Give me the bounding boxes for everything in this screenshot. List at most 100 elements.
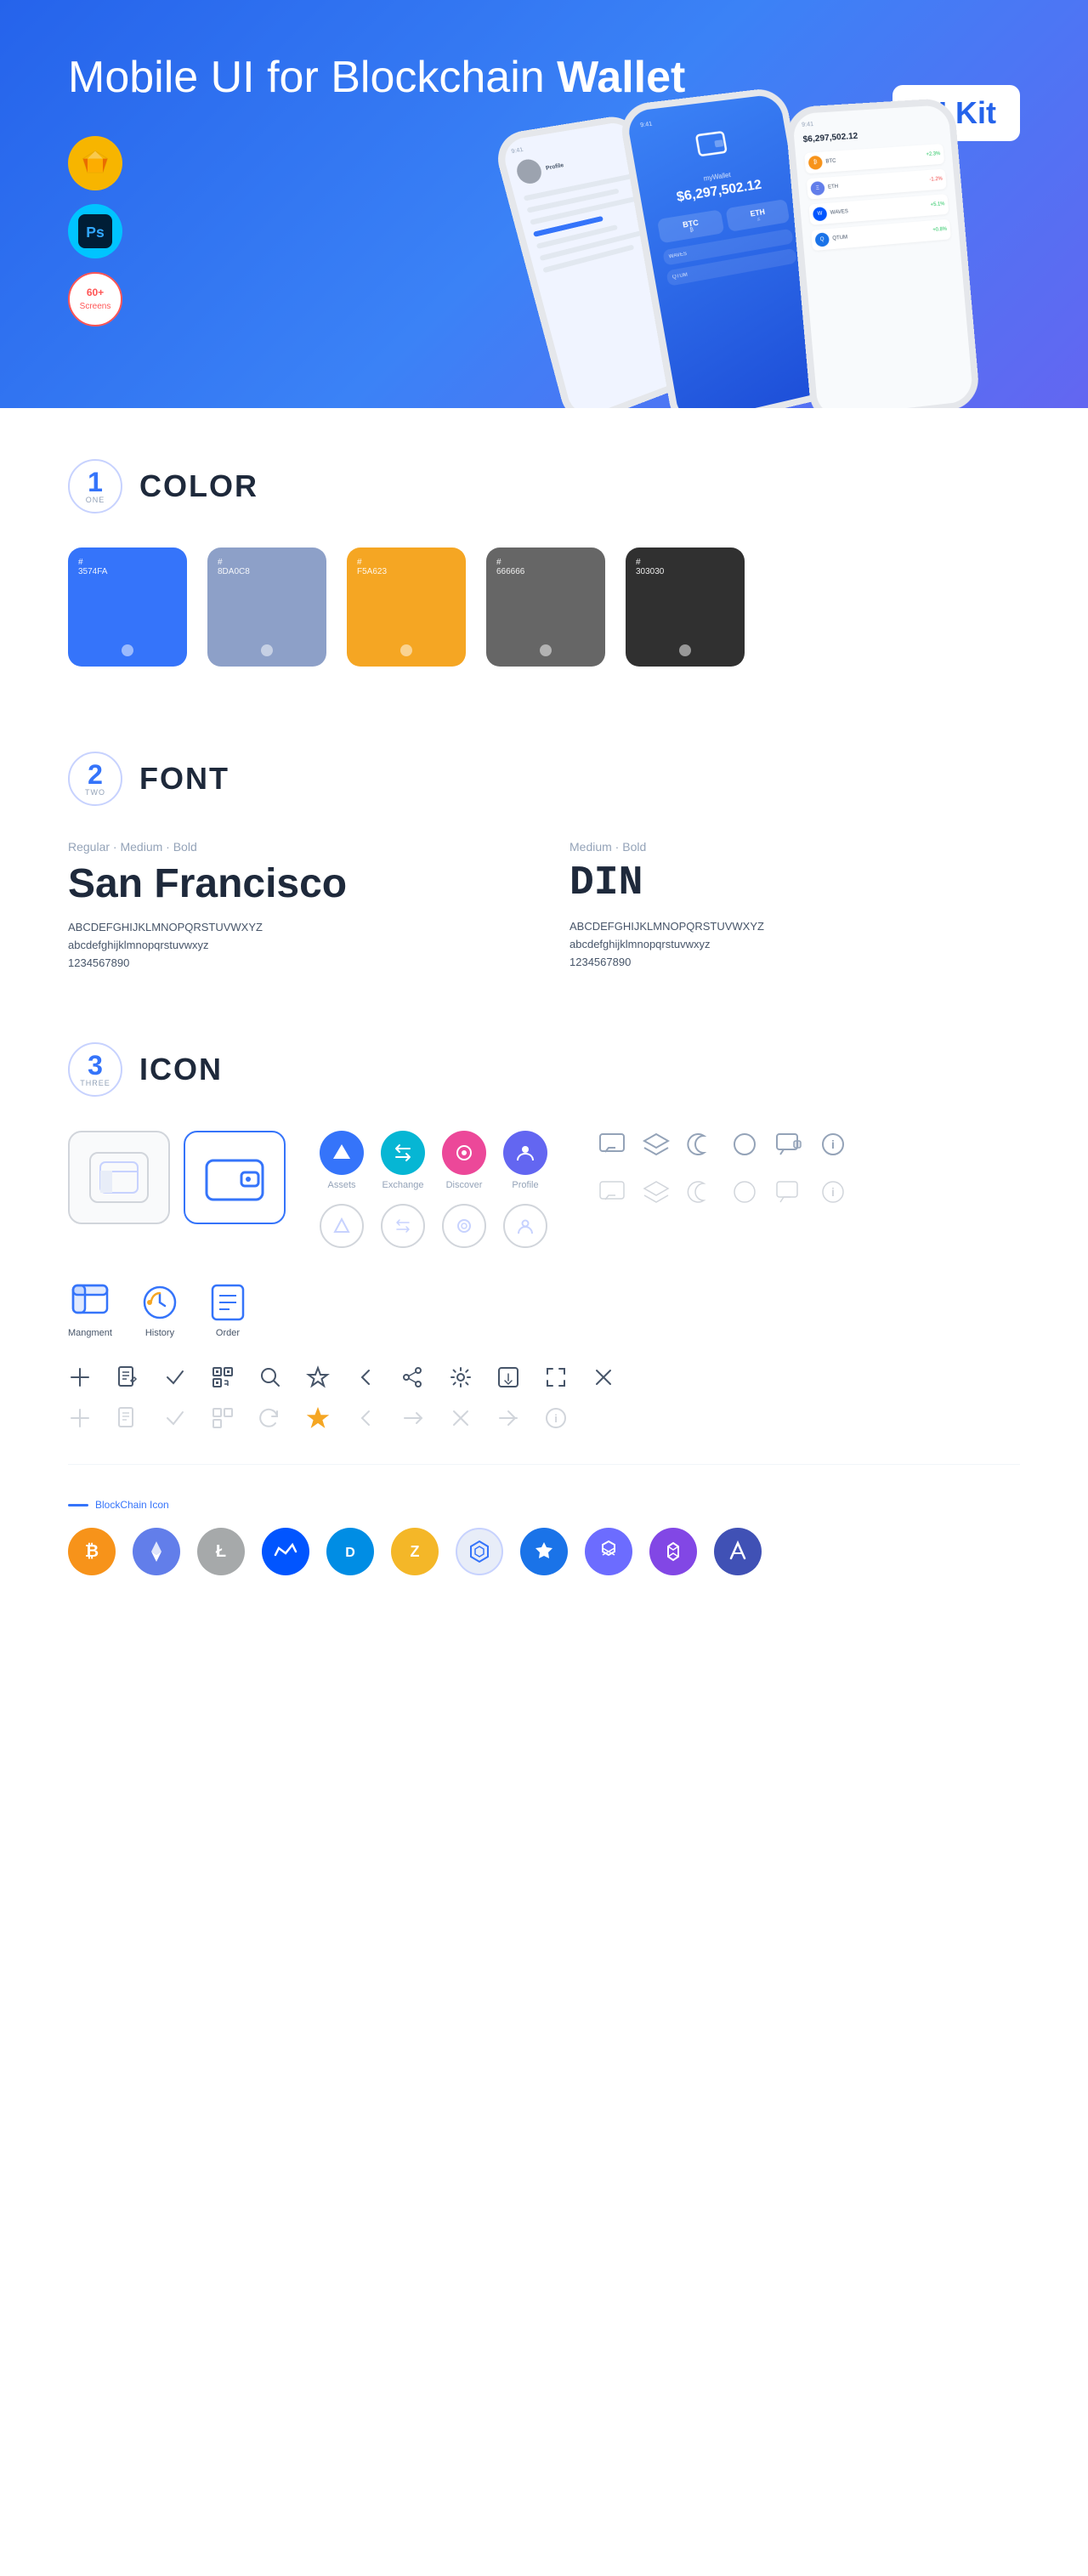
assets-icon: [320, 1131, 364, 1175]
circle-icons-outline: [320, 1204, 547, 1248]
eth-logo: [133, 1528, 180, 1575]
icon-section-header: 3 THREE ICON: [68, 1042, 1020, 1097]
x-outline-icon: [449, 1406, 473, 1430]
discover-outline-icon: [442, 1204, 486, 1248]
exchange-icon-item: Exchange: [381, 1131, 425, 1190]
chevron-left-outline-icon: [354, 1406, 377, 1430]
font1-numbers: 1234567890: [68, 956, 518, 969]
svg-text:i: i: [831, 1185, 835, 1199]
color-section-header: 1 ONE COLOR: [68, 459, 1020, 513]
font2-numbers: 1234567890: [570, 956, 1020, 968]
section-number-2: 2 TWO: [68, 752, 122, 806]
chat-outline-icon: [598, 1178, 626, 1206]
svg-text:Ps: Ps: [86, 224, 105, 241]
assets-label: Assets: [327, 1180, 355, 1190]
swatch-2: #8DA0C8: [207, 548, 326, 667]
circle-icon: [731, 1131, 758, 1158]
chat-bubble-icon: [775, 1131, 802, 1158]
document-outline-icon: [116, 1406, 139, 1430]
icon-title: ICON: [139, 1052, 223, 1087]
plus-icon: [68, 1365, 92, 1389]
history-icon-item: History: [139, 1282, 180, 1338]
swatch-4: #666666: [486, 548, 605, 667]
qr-outline-icon: [211, 1406, 235, 1430]
extra-icons-col1: [598, 1131, 626, 1206]
svg-text:i: i: [831, 1138, 835, 1151]
icon-wireframes: [68, 1131, 286, 1224]
discover-label: Discover: [446, 1180, 483, 1190]
blockchain-line: [68, 1504, 88, 1506]
moon-icon: [687, 1131, 714, 1158]
history-icon: [139, 1282, 180, 1323]
layers-icon: [643, 1131, 670, 1158]
chevron-left-icon: [354, 1365, 377, 1389]
expand-icon: [544, 1365, 568, 1389]
extra-icons-col3: [687, 1131, 714, 1206]
svg-text:₿: ₿: [85, 1542, 99, 1561]
zec-logo: Z: [391, 1528, 439, 1575]
arrow-right-outline-icon: [496, 1406, 520, 1430]
section-number-1: 1 ONE: [68, 459, 122, 513]
info-outline2-icon: i: [544, 1406, 568, 1430]
swatch-3: #F5A623: [347, 548, 466, 667]
icon-wireframe-2: [184, 1131, 286, 1224]
swatch-5: #303030: [626, 548, 745, 667]
exchange-label: Exchange: [382, 1180, 424, 1190]
font-section-header: 2 TWO FONT: [68, 752, 1020, 806]
font1-upper: ABCDEFGHIJKLMNOPQRSTUVWXYZ: [68, 921, 518, 933]
color-section: 1 ONE COLOR #3574FA #8DA0C8 #F5A623 #666…: [0, 408, 1088, 718]
swatch-1: #3574FA: [68, 548, 187, 667]
ltc-logo: Ł: [197, 1528, 245, 1575]
search-icon: [258, 1365, 282, 1389]
font-title: FONT: [139, 761, 230, 797]
extra-icons-col4: [731, 1131, 758, 1206]
font-1: Regular · Medium · Bold San Francisco AB…: [68, 840, 518, 974]
hero-section: Mobile UI for Blockchain Wallet UI Kit P…: [0, 0, 1088, 408]
extra-icons-group: i i: [598, 1131, 847, 1206]
svg-text:D: D: [345, 1546, 355, 1560]
ps-badge: Ps: [68, 204, 122, 258]
color-swatches: #3574FA #8DA0C8 #F5A623 #666666 #303030: [68, 548, 1020, 667]
qr-icon: [211, 1365, 235, 1389]
layers-outline-icon: [643, 1178, 670, 1206]
discover-icon: [442, 1131, 486, 1175]
waves-logo: [262, 1528, 309, 1575]
document-edit-icon: [116, 1365, 139, 1389]
extra-icons-col5: [775, 1131, 802, 1206]
icon-showcase-row: Assets Exchange Discover: [68, 1131, 1020, 1248]
icon-section: 3 THREE ICON: [0, 1008, 1088, 1609]
bottom-nav-icons: Mangment History Order: [68, 1282, 1020, 1338]
svg-text:i: i: [554, 1412, 558, 1425]
hero-badges: Ps 60+Screens: [68, 136, 122, 326]
font1-lower: abcdefghijklmnopqrstuvwxyz: [68, 939, 518, 951]
check-icon: [163, 1365, 187, 1389]
font-grid: Regular · Medium · Bold San Francisco AB…: [68, 840, 1020, 974]
history-label: History: [145, 1328, 174, 1338]
sketch-badge: [68, 136, 122, 190]
font2-name: DIN: [570, 860, 1020, 906]
font-2: Medium · Bold DIN ABCDEFGHIJKLMNOPQRSTUV…: [570, 840, 1020, 974]
arrows-outline-icon: [401, 1406, 425, 1430]
chat-icon: [598, 1131, 626, 1158]
section-number-3: 3 THREE: [68, 1042, 122, 1097]
management-label: Mangment: [68, 1328, 112, 1338]
circle-icons-filled: Assets Exchange Discover: [320, 1131, 547, 1190]
grid-logo: [456, 1528, 503, 1575]
color-title: COLOR: [139, 468, 258, 504]
xem-logo: [585, 1528, 632, 1575]
font1-subtitle: Regular · Medium · Bold: [68, 840, 518, 854]
order-label: Order: [216, 1328, 240, 1338]
ardr-logo: [520, 1528, 568, 1575]
extra-icons-col6: i i: [819, 1131, 847, 1206]
font1-name: San Francisco: [68, 860, 518, 907]
btc-logo: ₿: [68, 1528, 116, 1575]
info-icon: i: [819, 1131, 847, 1158]
profile-icon: [503, 1131, 547, 1175]
management-icon: [70, 1282, 110, 1323]
order-icon-item: Order: [207, 1282, 248, 1338]
profile-outline-icon: [503, 1204, 547, 1248]
upload-icon: [496, 1365, 520, 1389]
assets-icon-item: Assets: [320, 1131, 364, 1190]
gear-icon: [449, 1365, 473, 1389]
exchange-outline-icon: [381, 1204, 425, 1248]
